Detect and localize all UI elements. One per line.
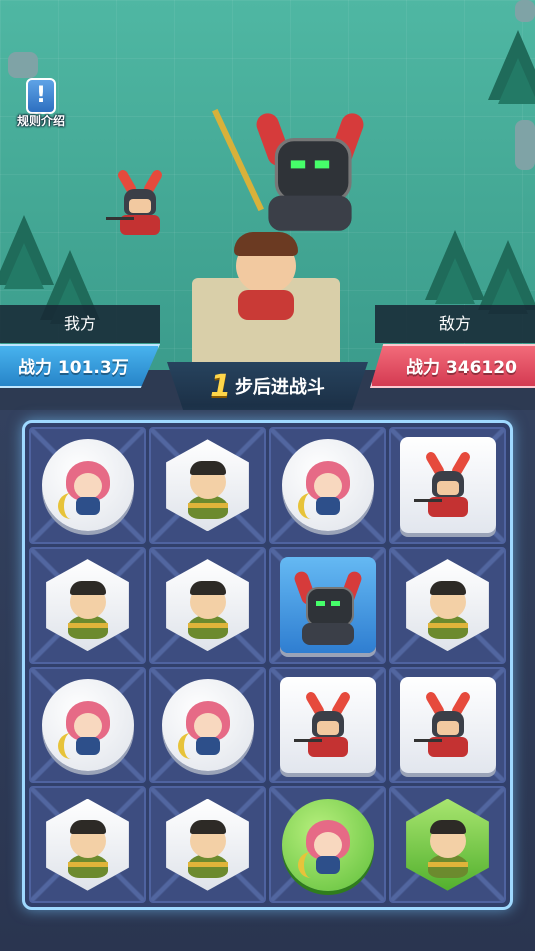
- steps-remaining: 1: [210, 368, 231, 404]
- board-cell[interactable]: [149, 666, 266, 784]
- board-cell[interactable]: [29, 427, 146, 544]
- board-cell[interactable]: [269, 546, 386, 664]
- rock: [515, 0, 535, 22]
- board-cell[interactable]: [389, 427, 506, 544]
- board-cell[interactable]: [269, 786, 386, 903]
- pine-tree: [425, 230, 485, 304]
- pink-hair-girl-piece[interactable]: [41, 678, 134, 771]
- green-monk-piece[interactable]: [166, 439, 249, 532]
- board-cell[interactable]: [149, 546, 266, 664]
- pine-tree: [488, 30, 535, 104]
- board-cell[interactable]: [29, 666, 146, 784]
- dark-armored-boss-piece[interactable]: [279, 557, 376, 654]
- board-cell[interactable]: [389, 546, 506, 664]
- rules-button[interactable]: ! 规则介绍: [10, 78, 72, 136]
- ally-power-prefix: 战力: [18, 358, 52, 378]
- enemy-power-prefix: 战力: [406, 358, 440, 378]
- rock: [515, 120, 535, 170]
- board-cell[interactable]: [29, 786, 146, 903]
- green-monk-piece[interactable]: [166, 798, 249, 891]
- pink-hair-girl-piece[interactable]: [161, 678, 254, 771]
- pink-hair-girl-piece[interactable]: [281, 439, 374, 532]
- rock: [8, 52, 38, 78]
- ally-team-label: 我方: [0, 305, 160, 343]
- board-cell[interactable]: [269, 427, 386, 544]
- rules-label: 规则介绍: [16, 114, 65, 128]
- board-cell[interactable]: [149, 786, 266, 903]
- battlefield-scene: ! 规则介绍 我方 敌方: [0, 0, 535, 370]
- board-cell[interactable]: [29, 546, 146, 664]
- green-monk-piece[interactable]: [46, 798, 129, 891]
- exclamation-book-icon: !: [26, 78, 56, 114]
- green-monk-piece[interactable]: [46, 559, 129, 652]
- green-monk-piece[interactable]: [406, 798, 489, 891]
- ally-power-bar: 战力 101.3万: [0, 344, 160, 388]
- countdown-text: 步后进战斗: [234, 377, 325, 398]
- red-horn-warrior-piece[interactable]: [399, 437, 496, 534]
- red-horn-warrior-piece[interactable]: [399, 676, 496, 773]
- ally-power-value: 101.3万: [57, 358, 129, 378]
- green-monk-piece[interactable]: [166, 559, 249, 652]
- enemy-team-label: 敌方: [375, 305, 535, 343]
- pink-hair-girl-piece[interactable]: [281, 798, 374, 891]
- red-horn-warrior-piece[interactable]: [279, 676, 376, 773]
- battle-countdown: 1 步后进战斗: [167, 362, 368, 410]
- board-cell[interactable]: [269, 666, 386, 784]
- merge-board: [22, 420, 513, 910]
- green-monk-piece[interactable]: [406, 559, 489, 652]
- pine-tree: [478, 240, 535, 314]
- board-cell[interactable]: [389, 666, 506, 784]
- board-cell[interactable]: [389, 786, 506, 903]
- enemy-power-bar: 战力 346120: [370, 344, 535, 388]
- enemy-power-value: 346120: [445, 358, 517, 378]
- pink-hair-girl-piece[interactable]: [41, 439, 134, 532]
- board-cell[interactable]: [149, 427, 266, 544]
